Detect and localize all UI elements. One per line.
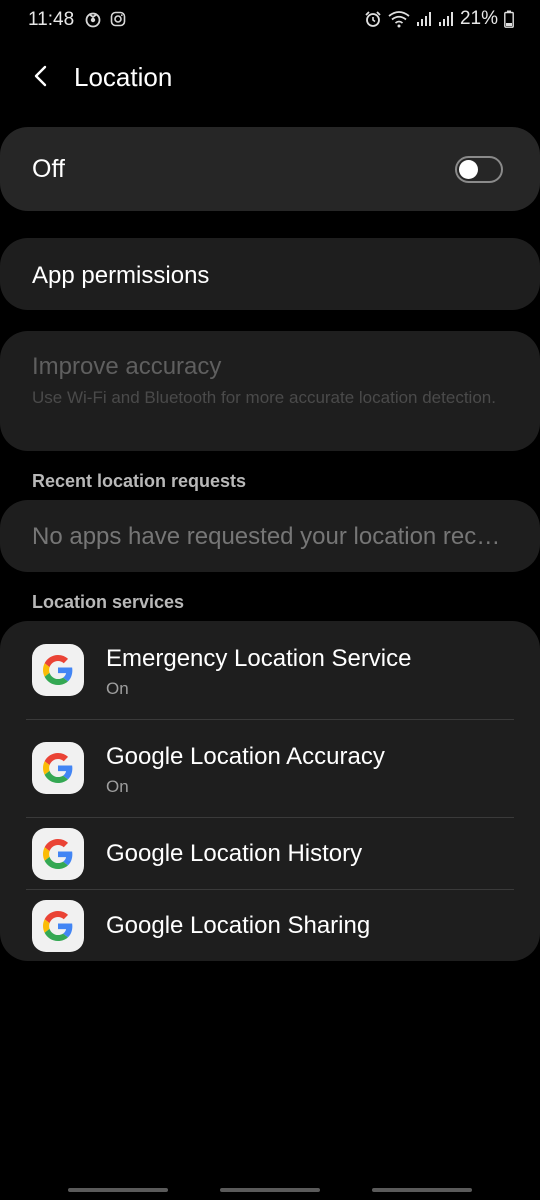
service-title: Google Location Accuracy <box>106 743 385 770</box>
service-title: Google Location History <box>106 840 363 867</box>
back-button[interactable] <box>26 60 58 92</box>
service-title: Google Location Sharing <box>106 912 371 939</box>
location-services-card: Emergency Location Service On Google Loc… <box>0 621 540 961</box>
status-notification-icons <box>84 10 126 28</box>
google-g-icon <box>32 828 84 880</box>
status-time: 11:48 <box>28 9 75 30</box>
home-button[interactable] <box>220 1188 320 1192</box>
recent-requests-empty-text: No apps have requested your location rec… <box>32 523 502 550</box>
alarm-icon <box>365 11 381 27</box>
service-status: On <box>106 777 129 796</box>
improve-accuracy-subtitle: Use Wi-Fi and Bluetooth for more accurat… <box>32 388 496 407</box>
navigation-bar <box>0 1170 540 1200</box>
recent-requests-header: Recent location requests <box>32 471 247 491</box>
battery-percentage: 21% <box>459 8 498 29</box>
service-google-location-accuracy[interactable]: Google Location Accuracy On <box>0 720 540 817</box>
page-title: Location <box>74 62 173 92</box>
wifi-icon <box>388 11 410 28</box>
notification-app-icon <box>85 12 101 28</box>
google-g-icon <box>32 742 84 794</box>
master-switch-label: Off <box>32 155 65 183</box>
service-status: On <box>106 679 129 698</box>
toggle-knob <box>459 160 478 179</box>
service-google-location-sharing[interactable]: Google Location Sharing <box>0 890 540 961</box>
location-toggle[interactable] <box>455 156 503 183</box>
google-g-icon <box>32 644 84 696</box>
service-title: Emergency Location Service <box>106 645 412 672</box>
status-system-icons: 21% <box>364 8 514 30</box>
status-bar: 11:48 21% <box>0 0 540 40</box>
service-emergency-location[interactable]: Emergency Location Service On <box>0 621 540 719</box>
improve-accuracy-title: Improve accuracy <box>32 353 222 380</box>
location-services-header: Location services <box>32 592 185 612</box>
recent-apps-button[interactable] <box>68 1188 168 1192</box>
app-permissions-label: App permissions <box>32 262 210 289</box>
app-bar: Location <box>0 48 540 108</box>
service-google-location-history[interactable]: Google Location History <box>0 818 540 889</box>
app-permissions-item[interactable]: App permissions <box>0 238 540 310</box>
battery-icon <box>504 10 514 28</box>
google-g-icon <box>32 900 84 952</box>
recent-requests-card: No apps have requested your location rec… <box>0 500 540 572</box>
instagram-icon <box>110 11 126 27</box>
improve-accuracy-item: Improve accuracy Use Wi-Fi and Bluetooth… <box>0 331 540 451</box>
back-nav-button[interactable] <box>372 1188 472 1192</box>
signal-icon <box>438 12 453 26</box>
back-arrow-icon <box>34 65 47 87</box>
signal-icon <box>416 12 431 26</box>
